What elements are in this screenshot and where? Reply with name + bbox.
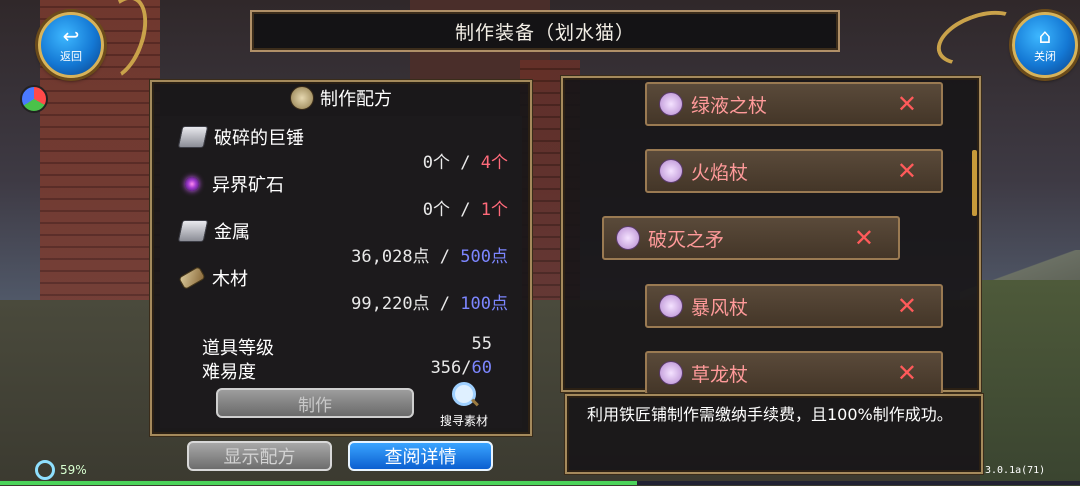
percent-label: 59%: [60, 463, 87, 477]
list-scrollbar[interactable]: [972, 150, 977, 216]
quantity-need: 500点: [460, 247, 508, 267]
close-button-label: 关闭: [1034, 50, 1056, 63]
close-button[interactable]: ⌂ 关闭: [1012, 12, 1078, 78]
staff-icon: [659, 159, 683, 183]
quantity-have: 0个: [422, 200, 451, 220]
staff-icon: [659, 361, 683, 385]
material-quantity: 36,028点 / 500点: [351, 242, 508, 267]
game-menu-icon[interactable]: [20, 85, 48, 113]
material-row: 破碎的巨锤 0个 / 4个: [177, 124, 520, 173]
list-item[interactable]: 暴风杖 ✕: [645, 284, 943, 328]
material-row: 金属 36,028点 / 500点: [177, 218, 520, 267]
list-item-selected[interactable]: 破灭之矛 ✕: [602, 216, 900, 260]
progress-fill: [0, 481, 638, 485]
list-item[interactable]: 绿液之杖 ✕: [645, 82, 943, 126]
recipe-header-label: 制作配方: [320, 89, 392, 110]
unavailable-x-icon: ✕: [853, 224, 874, 252]
quantity-separator: /: [429, 247, 461, 267]
material-label: 木材: [212, 269, 248, 290]
home-icon: ⌂: [1038, 24, 1052, 48]
spear-icon: [616, 226, 640, 250]
material-name: 木材: [178, 265, 248, 291]
unavailable-x-icon: ✕: [896, 359, 917, 387]
difficulty-value: 356/60: [431, 358, 492, 378]
grass-field: [980, 280, 1080, 486]
page-title: 制作装备（划水猫）: [250, 10, 840, 52]
list-item-label: 破灭之矛: [648, 228, 725, 251]
show-recipe-button[interactable]: 显示配方: [187, 441, 332, 471]
difficulty-current: 356/: [430, 358, 472, 378]
material-row: 木材 99,220点 / 100点: [178, 265, 520, 314]
hammer-icon: [177, 126, 209, 148]
quantity-have: 0个: [422, 153, 451, 173]
list-item-label: 火焰杖: [691, 161, 749, 184]
recipe-header: 制作配方: [152, 82, 530, 114]
material-quantity: 0个 / 4个: [423, 148, 508, 173]
material-name: 破碎的巨锤: [177, 124, 304, 150]
unavailable-x-icon: ✕: [896, 292, 917, 320]
list-item-label: 草龙杖: [691, 363, 749, 386]
list-item[interactable]: 火焰杖 ✕: [645, 149, 943, 193]
description-text: 利用铁匠铺制作需缴纳手续费，且100%制作成功。: [587, 405, 953, 424]
material-name: 异界矿石: [180, 171, 284, 197]
quantity-separator: /: [450, 200, 481, 220]
quantity-separator: /: [450, 153, 481, 173]
progress-bar: [0, 481, 1080, 485]
ore-icon: [185, 177, 199, 191]
return-arrow-icon: ↩: [62, 24, 80, 48]
craft-button[interactable]: 制作: [216, 388, 414, 418]
metal-icon: [177, 220, 209, 242]
material-label: 破碎的巨锤: [214, 128, 304, 149]
list-item[interactable]: 草龙杖 ✕: [645, 351, 943, 395]
back-button[interactable]: ↩ 返回: [38, 12, 104, 78]
item-level-label: 道具等级: [202, 338, 274, 359]
quantity-need: 1个: [480, 200, 508, 220]
unavailable-x-icon: ✕: [896, 90, 917, 118]
search-materials-label: 搜寻素材: [439, 414, 488, 428]
magnifier-icon: [452, 382, 476, 406]
quantity-separator: /: [429, 294, 461, 314]
search-materials-button[interactable]: 搜寻素材: [432, 382, 496, 432]
material-label: 异界矿石: [212, 175, 284, 196]
material-row: 异界矿石 0个 / 1个: [180, 171, 520, 220]
back-button-label: 返回: [60, 50, 82, 63]
version-label: 3.0.1a(71): [985, 465, 1046, 476]
wood-icon: [178, 265, 206, 291]
quantity-have: 99,220点: [351, 294, 430, 314]
quantity-have: 36,028点: [351, 247, 430, 267]
staff-icon: [659, 294, 683, 318]
item-level-value: 55: [471, 334, 492, 354]
description-box: 利用铁匠铺制作需缴纳手续费，且100%制作成功。: [565, 394, 983, 474]
quantity-need: 100点: [460, 294, 508, 314]
unavailable-x-icon: ✕: [896, 157, 917, 185]
difficulty-label: 难易度: [202, 362, 256, 383]
recipe-scroll-icon: [290, 86, 314, 110]
quantity-need: 4个: [480, 153, 508, 173]
view-details-button[interactable]: 查阅详情: [348, 441, 493, 471]
material-quantity: 99,220点 / 100点: [351, 289, 508, 314]
difficulty-target: 60: [471, 358, 492, 378]
staff-icon: [659, 92, 683, 116]
recipe-panel: 制作配方 破碎的巨锤 0个 / 4个 异界矿石 0个 / 1个 金属 36,02…: [150, 80, 532, 436]
material-label: 金属: [214, 222, 250, 243]
material-quantity: 0个 / 1个: [423, 195, 508, 220]
material-name: 金属: [177, 218, 250, 244]
loading-ring-icon: [35, 460, 55, 480]
list-item-label: 暴风杖: [691, 296, 749, 319]
list-item-label: 绿液之杖: [691, 94, 768, 117]
